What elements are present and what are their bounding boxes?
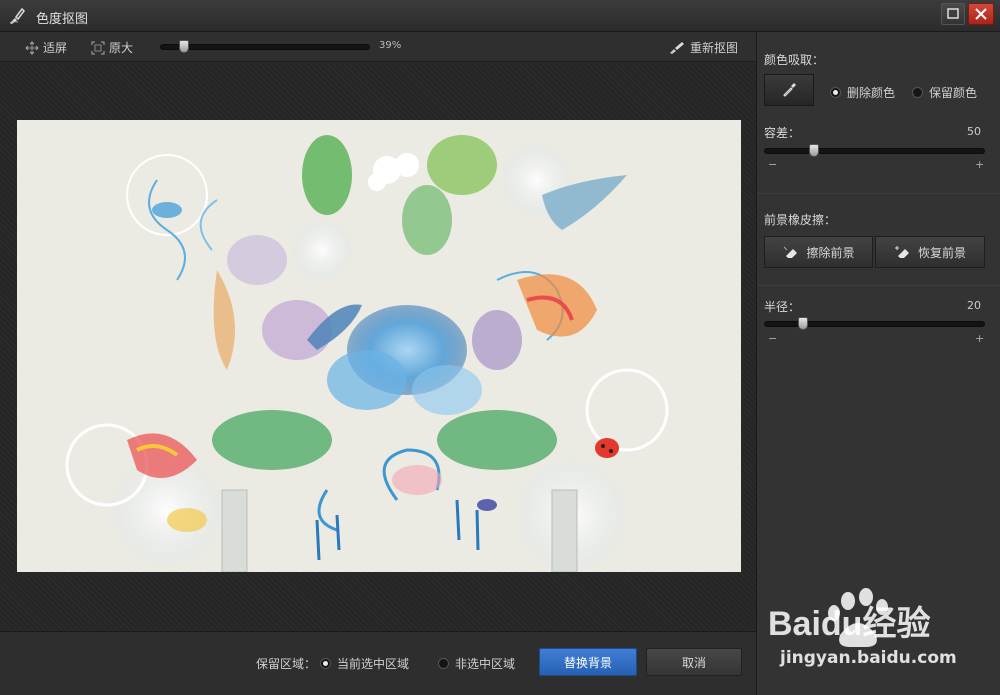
eraser-title: 前景橡皮擦：	[764, 213, 837, 227]
color-pick-title: 颜色吸取：	[764, 53, 825, 67]
artwork-image[interactable]	[17, 120, 741, 572]
baidu-brand-text: Baidu经验	[768, 604, 930, 643]
eraser-icon	[784, 246, 798, 258]
restore-eraser-icon	[894, 246, 909, 258]
erase-foreground-button[interactable]: 擦除前景	[764, 236, 873, 268]
close-icon	[975, 8, 987, 20]
radio-indicator	[912, 87, 923, 98]
tolerance-slider-thumb[interactable]	[809, 144, 819, 157]
maximize-button[interactable]	[941, 3, 965, 25]
radius-value: 20	[967, 299, 981, 312]
keep-color-radio[interactable]: 保留颜色	[912, 84, 977, 101]
tolerance-slider[interactable]	[764, 144, 985, 157]
brush-icon	[670, 41, 684, 54]
radius-title: 半径：	[764, 300, 801, 314]
radio-indicator	[438, 658, 449, 669]
redo-cutout-button[interactable]: 重新抠图	[668, 39, 738, 56]
keep-current-selection-radio[interactable]: 当前选中区域	[320, 655, 409, 672]
current-selection-label: 当前选中区域	[337, 657, 410, 671]
original-size-button[interactable]: 原大	[91, 39, 133, 56]
cancel-button[interactable]: 取消	[646, 648, 742, 676]
keep-color-label: 保留颜色	[929, 86, 978, 100]
redo-cutout-label: 重新抠图	[690, 41, 739, 55]
baidu-paw-logo: Baidu经验	[768, 588, 930, 647]
replace-background-button[interactable]: 替换背景	[539, 648, 637, 676]
close-button[interactable]	[968, 3, 994, 25]
fit-screen-button[interactable]: 适屏	[25, 39, 67, 56]
eyedropper-button[interactable]	[764, 74, 814, 106]
canvas-toolbar: 适屏 原大 重新抠图	[0, 32, 756, 62]
panel-divider	[757, 285, 1000, 286]
radio-indicator	[830, 87, 841, 98]
chroma-cutout-app-icon	[9, 7, 25, 24]
fit-screen-icon	[25, 40, 39, 55]
zoom-slider-thumb[interactable]	[179, 40, 189, 53]
keep-area-label: 保留区域：	[256, 657, 317, 671]
original-size-label: 原大	[109, 41, 134, 55]
restore-foreground-label: 恢复前景	[917, 245, 966, 260]
radius-increase[interactable]: +	[975, 332, 984, 345]
tolerance-value: 50	[967, 125, 981, 138]
image-canvas[interactable]	[0, 63, 756, 631]
radio-indicator	[320, 658, 331, 669]
zoom-percentage: 39%	[379, 40, 402, 51]
original-size-icon	[91, 41, 105, 54]
radius-slider[interactable]	[764, 317, 985, 330]
tolerance-increase[interactable]: +	[975, 158, 984, 171]
delete-color-label: 删除颜色	[847, 86, 896, 100]
watermark-url: jingyan.baidu.com	[780, 648, 957, 668]
tolerance-title: 容差：	[764, 126, 801, 140]
non-selection-label: 非选中区域	[455, 657, 516, 671]
delete-color-radio[interactable]: 删除颜色	[830, 84, 895, 101]
maximize-icon	[947, 8, 959, 19]
erase-foreground-label: 擦除前景	[806, 245, 855, 260]
radius-decrease[interactable]: −	[768, 332, 777, 345]
zoom-slider[interactable]	[160, 40, 370, 53]
title-bar: 色度抠图	[0, 0, 1000, 32]
floral-artwork-illustration	[17, 120, 741, 572]
restore-foreground-button[interactable]: 恢复前景	[875, 236, 985, 268]
eyedropper-icon	[783, 83, 796, 97]
window-title: 色度抠图	[36, 12, 89, 27]
panel-divider	[757, 193, 1000, 194]
fit-screen-label: 适屏	[43, 41, 68, 55]
radius-slider-thumb[interactable]	[798, 317, 808, 330]
tolerance-decrease[interactable]: −	[768, 158, 777, 171]
bottom-bar: 保留区域： 当前选中区域 非选中区域	[0, 631, 756, 695]
keep-non-selection-radio[interactable]: 非选中区域	[438, 655, 515, 672]
